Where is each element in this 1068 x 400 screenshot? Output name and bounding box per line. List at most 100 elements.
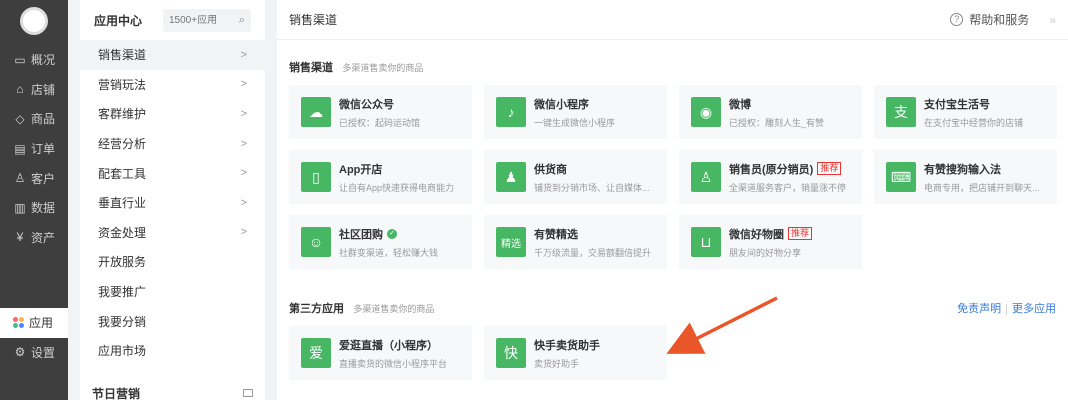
app-name: 微信公众号 [339,98,394,111]
nav-item-label: 客户 [31,171,56,186]
disclaimer-link[interactable]: 免责声明 [957,303,1001,315]
app-name: 快手卖货助手 [534,339,600,352]
app-description: 千万级流量，交易额翻倍提升 [534,247,652,258]
app-card[interactable]: 精选 有赞精选 千万级流量，交易额翻倍提升 [484,215,667,269]
nav-item-label: 商品 [31,112,56,127]
section-title: 第三方应用 [289,303,344,315]
app-name: 供货商 [534,163,567,176]
nav-item-asset[interactable]: ¥ 资产 [0,223,68,253]
third-party-header: 第三方应用 多渠道售卖你的商品 [289,300,434,316]
sidebar-item[interactable]: 客群维护 > [80,99,265,129]
page-title: 销售渠道 [289,13,338,27]
app-card[interactable]: ☁ 微信公众号 已授权：起码运动馆 [289,85,472,139]
sidebar-item[interactable]: 销售渠道 > [80,40,265,70]
search-icon[interactable]: ⌕ [239,14,245,27]
nav-item-label: 资产 [31,230,56,245]
app-name: 社区团购 [339,228,383,241]
app-description: 让自有App快速获得电商能力 [339,182,455,193]
sidebar-item[interactable]: 我要推广 [80,277,265,307]
app-name: 有赞搜狗输入法 [924,163,1001,176]
app-card[interactable]: ▯ App开店让自有App快速获得电商能力 [289,150,472,204]
sidebar-item[interactable]: 垂直行业 > [80,188,265,218]
keyboard-icon: ⌨ [886,162,916,192]
sidebar-item[interactable]: 配套工具 > [80,158,265,188]
group-buy-icon: ☺ [301,227,331,257]
chevron-right-icon: > [240,107,247,120]
third-party-app-card[interactable]: 爱爱逛直播（小程序） 直播卖货的微信小程序平台 [289,326,472,380]
app-description: 全渠道服务客户，销量涨不停 [729,182,847,193]
app-card[interactable]: ⊔ 微信好物圈 推荐 朋友间的好物分享 [679,215,862,269]
sidebar-item-label: 销售渠道 [98,48,147,63]
app-card[interactable]: 支支付宝生活号 在支付宝中经营你的店铺 [874,85,1057,139]
nav-item-settings[interactable]: ⚙ 设置 [0,338,68,368]
expand-icon[interactable]: » [1049,13,1056,27]
app-card[interactable]: ♪ 微信小程序一键生成微信小程序 [484,85,667,139]
sidebar-item[interactable]: 资金处理 > [80,218,265,248]
help-label: 帮助和服务 [969,13,1030,27]
collapse-icon[interactable] [243,389,253,397]
app-card[interactable]: ◉ 微博 已授权：雕刻人生_有赞 [679,85,862,139]
sidebar-item-label: 我要推广 [98,285,147,300]
chevron-right-icon: > [240,48,247,61]
recommend-badge: 推荐 [788,227,813,240]
app-card[interactable]: ☺ 社区团购 ✓ 社群变渠道，轻松赚大钱 [289,215,472,269]
store-logo[interactable] [20,7,48,35]
app-card[interactable]: ⌨ 有赞搜狗输入法 电商专用，把店铺开到聊天... [874,150,1057,204]
nav-item-tag[interactable]: ◇ 商品 [0,104,68,134]
app-description: 直播卖货的微信小程序平台 [339,358,448,369]
nav-item-order[interactable]: ▤ 订单 [0,134,68,164]
chevron-right-icon: > [240,196,247,209]
verified-icon: ✓ [387,228,397,239]
nav-item-label: 订单 [31,142,56,157]
app-center-sidebar: 应用中心 ⌕ 销售渠道>营销玩法>客群维护>经营分析>配套工具>垂直行业>资金处… [80,0,265,400]
mini-program-icon: ♪ [496,97,526,127]
gear-icon: ⚙ [14,345,26,360]
sidebar-item[interactable]: 应用市场 [80,336,265,366]
app-description: 一键生成微信小程序 [534,117,616,128]
sidebar-item[interactable]: 我要分销 [80,306,265,336]
nav-item-label: 概况 [31,53,56,68]
nav-item-apps[interactable]: 应用 [0,308,68,338]
nav-item-customer[interactable]: ♙ 客户 [0,163,68,193]
sidebar-item-label: 应用市场 [98,344,147,359]
overview-icon: ▭ [14,52,26,67]
sidebar-item-label: 经营分析 [98,137,147,152]
app-card[interactable]: ♟ 供货商铺货到分销市场、让自媒体... [484,150,667,204]
app-name: 爱逛直播（小程序） [339,339,438,352]
nav-item-data[interactable]: ▥ 数据 [0,193,68,223]
third-party-app-card[interactable]: 快快手卖货助手 卖货好助手 [484,326,667,380]
app-name: 销售员(原分销员) [729,163,814,176]
sidebar-item-label: 营销玩法 [98,77,147,92]
sidebar-title: 应用中心 [94,13,143,28]
supplier-icon: ♟ [496,162,526,192]
question-icon: ? [950,13,964,26]
sidebar-item[interactable]: 经营分析 > [80,129,265,159]
selection-icon: 精选 [496,227,526,257]
data-icon: ▥ [14,200,26,215]
sidebar-item[interactable]: 开放服务 [80,247,265,277]
holiday-marketing-section[interactable]: 节日营销 [80,378,265,400]
app-description: 朋友间的好物分享 [729,247,802,258]
sidebar-item[interactable]: 营销玩法 > [80,70,265,100]
app-description: 社群变渠道，轻松赚大钱 [339,247,439,258]
help-link[interactable]: ? 帮助和服务 [950,11,1029,28]
cart-icon: ⊔ [691,227,721,257]
app-name: 微信小程序 [534,98,589,111]
app-icon: ▯ [301,162,331,192]
app-description: 铺货到分销市场、让自媒体... [534,182,650,193]
sales-channel-header: 销售渠道 多渠道售卖你的商品 [289,59,423,75]
app-card[interactable]: ♙ 销售员(原分销员) 推荐 全渠道服务客户，销量涨不停 [679,150,862,204]
app-name: 支付宝生活号 [924,98,990,111]
app-search-box[interactable]: ⌕ [163,8,251,32]
app-description: 卖货好助手 [534,358,580,369]
sidebar-item-label: 我要分销 [98,314,147,329]
app-name: 微博 [729,98,751,111]
section-title: 销售渠道 [289,62,333,74]
app-name: App开店 [339,163,383,176]
search-input[interactable] [169,14,231,26]
nav-item-shop[interactable]: ⌂ 店铺 [0,75,68,105]
more-apps-link[interactable]: 更多应用 [1012,303,1056,315]
aiguang-icon: 爱 [301,338,331,368]
weibo-icon: ◉ [691,97,721,127]
nav-item-overview[interactable]: ▭ 概况 [0,45,68,75]
